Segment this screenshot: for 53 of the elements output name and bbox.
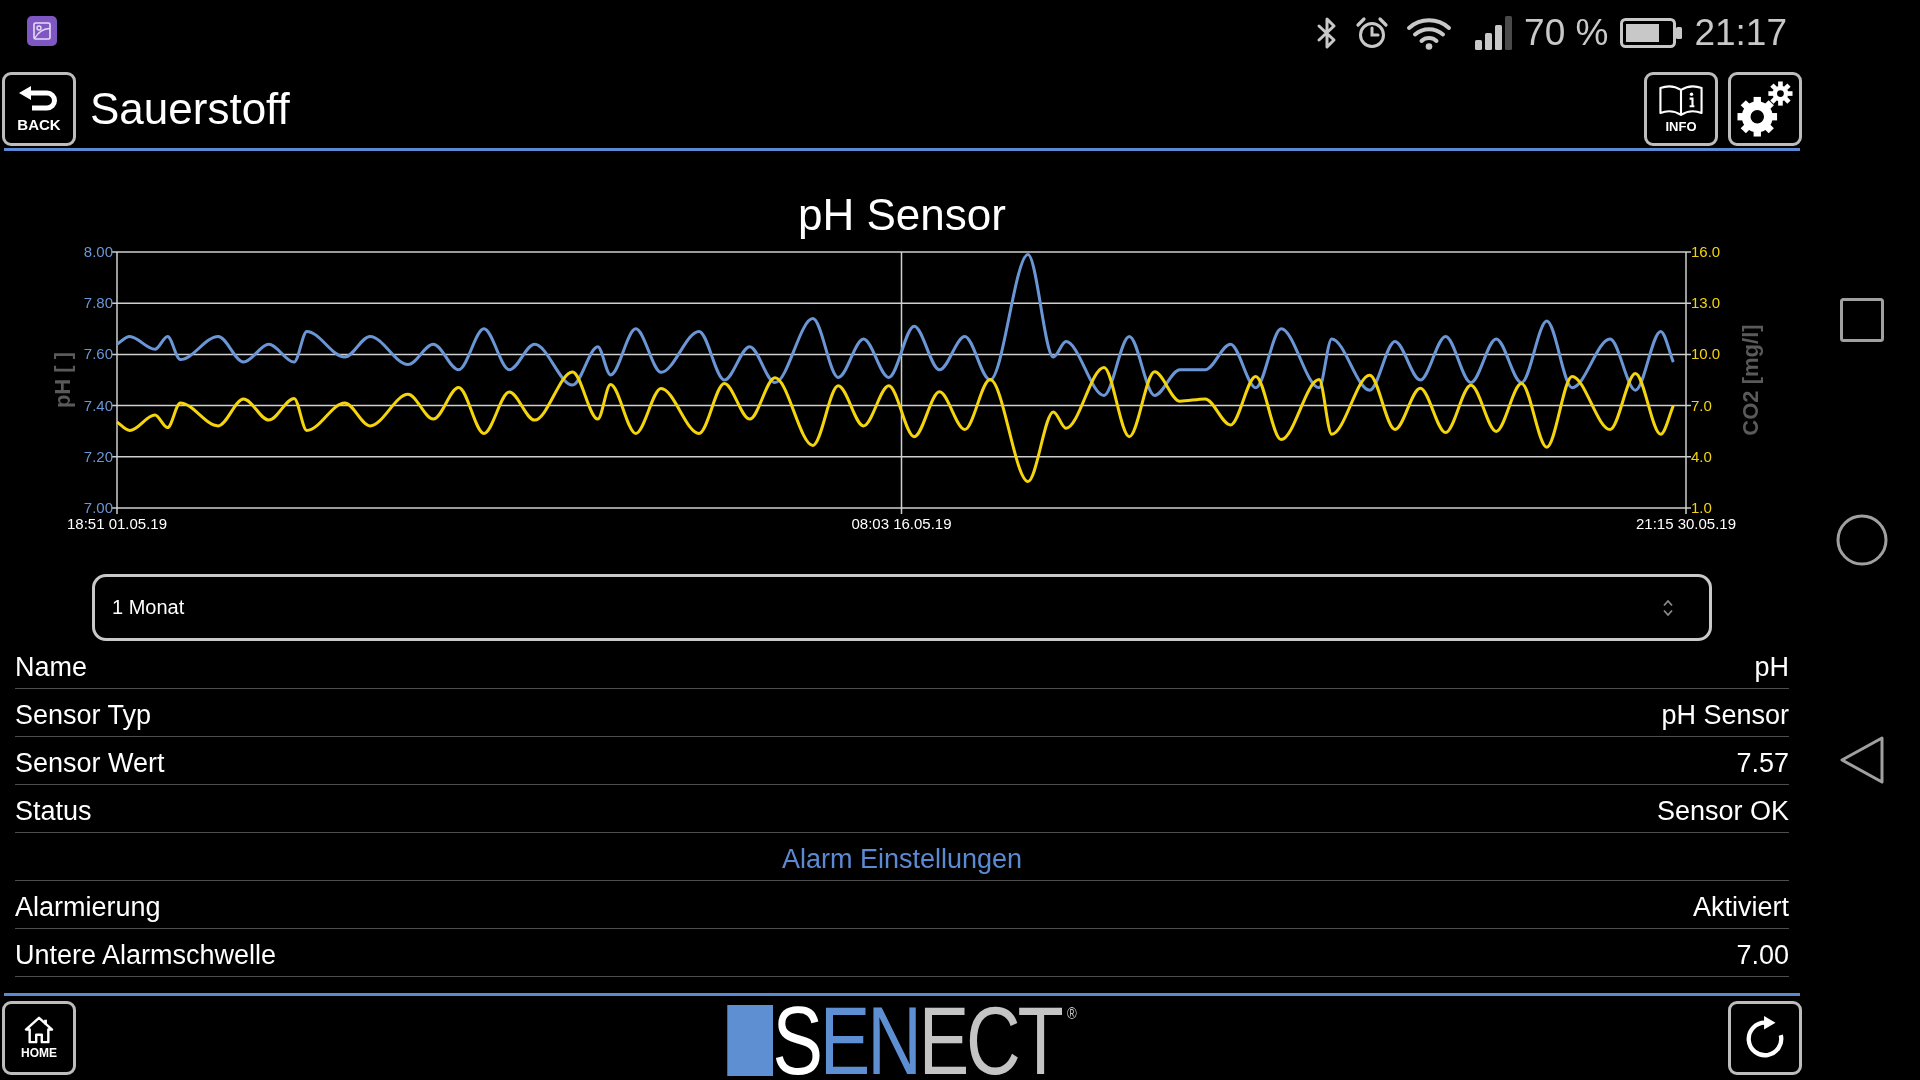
axis-tick-label: 10.0 bbox=[1691, 345, 1721, 363]
back-button[interactable]: BACK bbox=[2, 72, 76, 146]
axis-tick-label: 7.60 bbox=[83, 345, 113, 363]
row-value: Aktiviert bbox=[1692, 891, 1789, 923]
axis-tick-label: 7.20 bbox=[83, 447, 113, 465]
image-icon bbox=[27, 16, 57, 46]
brand-logo: SENECT® bbox=[727, 1005, 1077, 1076]
section-heading: Alarm Einstellungen bbox=[781, 843, 1023, 875]
open-book-icon bbox=[1659, 84, 1703, 117]
axis-tick-label: 7.0 bbox=[1691, 396, 1712, 414]
row-label: Name bbox=[15, 651, 88, 683]
updown-chevron-icon bbox=[1662, 597, 1674, 618]
row-value: pH Sensor bbox=[1661, 699, 1789, 731]
settings-button[interactable] bbox=[1728, 72, 1802, 146]
axis-tick-label: 08:03 16.05.19 bbox=[851, 515, 952, 532]
battery-percent: 70 % bbox=[1524, 11, 1609, 55]
axis-tick-label: 18:51 01.05.19 bbox=[66, 515, 168, 532]
battery-icon bbox=[1620, 18, 1683, 48]
axis-tick-label: 21:15 30.05.19 bbox=[1635, 515, 1737, 532]
row-label: Status bbox=[15, 795, 92, 827]
alarm-clock-icon bbox=[1355, 16, 1390, 50]
screen-title: Sauerstoff bbox=[90, 83, 290, 135]
house-icon bbox=[24, 1016, 54, 1044]
info-button[interactable]: INFO bbox=[1644, 72, 1718, 146]
axis-tick-label: 7.40 bbox=[83, 396, 113, 414]
row-label: Alarmierung bbox=[15, 891, 161, 923]
axis-title: CO2 [mg/l] bbox=[1738, 324, 1763, 436]
row-value: pH bbox=[1754, 651, 1789, 683]
axis-tick-label: 4.0 bbox=[1691, 447, 1712, 465]
wifi-icon bbox=[1406, 16, 1453, 50]
axis-tick-label: 1.0 bbox=[1691, 499, 1712, 516]
row-label: Untere Alarmschwelle bbox=[15, 939, 277, 971]
axis-tick-label: 13.0 bbox=[1691, 294, 1721, 312]
row-value: Sensor OK bbox=[1656, 795, 1789, 827]
home-button[interactable]: HOME bbox=[2, 1001, 76, 1075]
settings-icon bbox=[1736, 81, 1794, 137]
circle-icon[interactable] bbox=[1836, 514, 1888, 566]
axis-tick-label: 16.0 bbox=[1691, 243, 1721, 260]
triangle-icon[interactable] bbox=[1840, 736, 1884, 784]
chart-title: pH Sensor bbox=[797, 189, 1007, 241]
axis-title: pH [ ] bbox=[50, 351, 75, 409]
row-label: Sensor Typ bbox=[15, 699, 152, 731]
range-dropdown[interactable]: 1 Monat bbox=[92, 574, 1712, 641]
row-value: 7.00 bbox=[1736, 939, 1789, 971]
clock-time: 21:17 bbox=[1694, 11, 1787, 55]
axis-tick-label: 8.00 bbox=[83, 243, 113, 260]
row-label: Sensor Wert bbox=[15, 747, 165, 779]
refresh-button[interactable] bbox=[1728, 1001, 1802, 1075]
row-value: 7.57 bbox=[1736, 747, 1789, 779]
square-icon[interactable] bbox=[1840, 298, 1884, 342]
axis-tick-label: 7.80 bbox=[83, 294, 113, 312]
axis-tick-label: 7.00 bbox=[83, 499, 113, 516]
back-arrow-icon bbox=[19, 85, 59, 114]
